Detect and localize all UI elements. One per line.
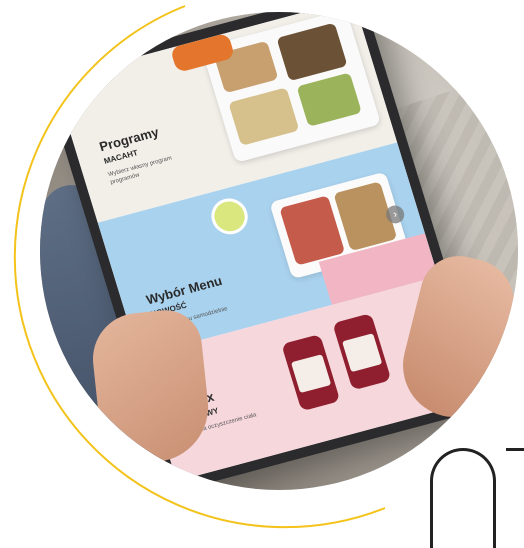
hero-image: Programy MACAHT Wybierz własny program p… <box>0 0 524 548</box>
food-tray-image <box>201 12 382 163</box>
juice-jar <box>281 334 341 412</box>
tablet-photo: Programy MACAHT Wybierz własny program p… <box>40 12 518 490</box>
logo-fragment <box>430 448 496 548</box>
juice-jar <box>332 313 392 391</box>
lime-drink-image <box>206 194 253 239</box>
panel-programs-text: Programy MACAHT Wybierz własny program p… <box>98 119 190 187</box>
logo-fragment-tail <box>506 448 524 451</box>
